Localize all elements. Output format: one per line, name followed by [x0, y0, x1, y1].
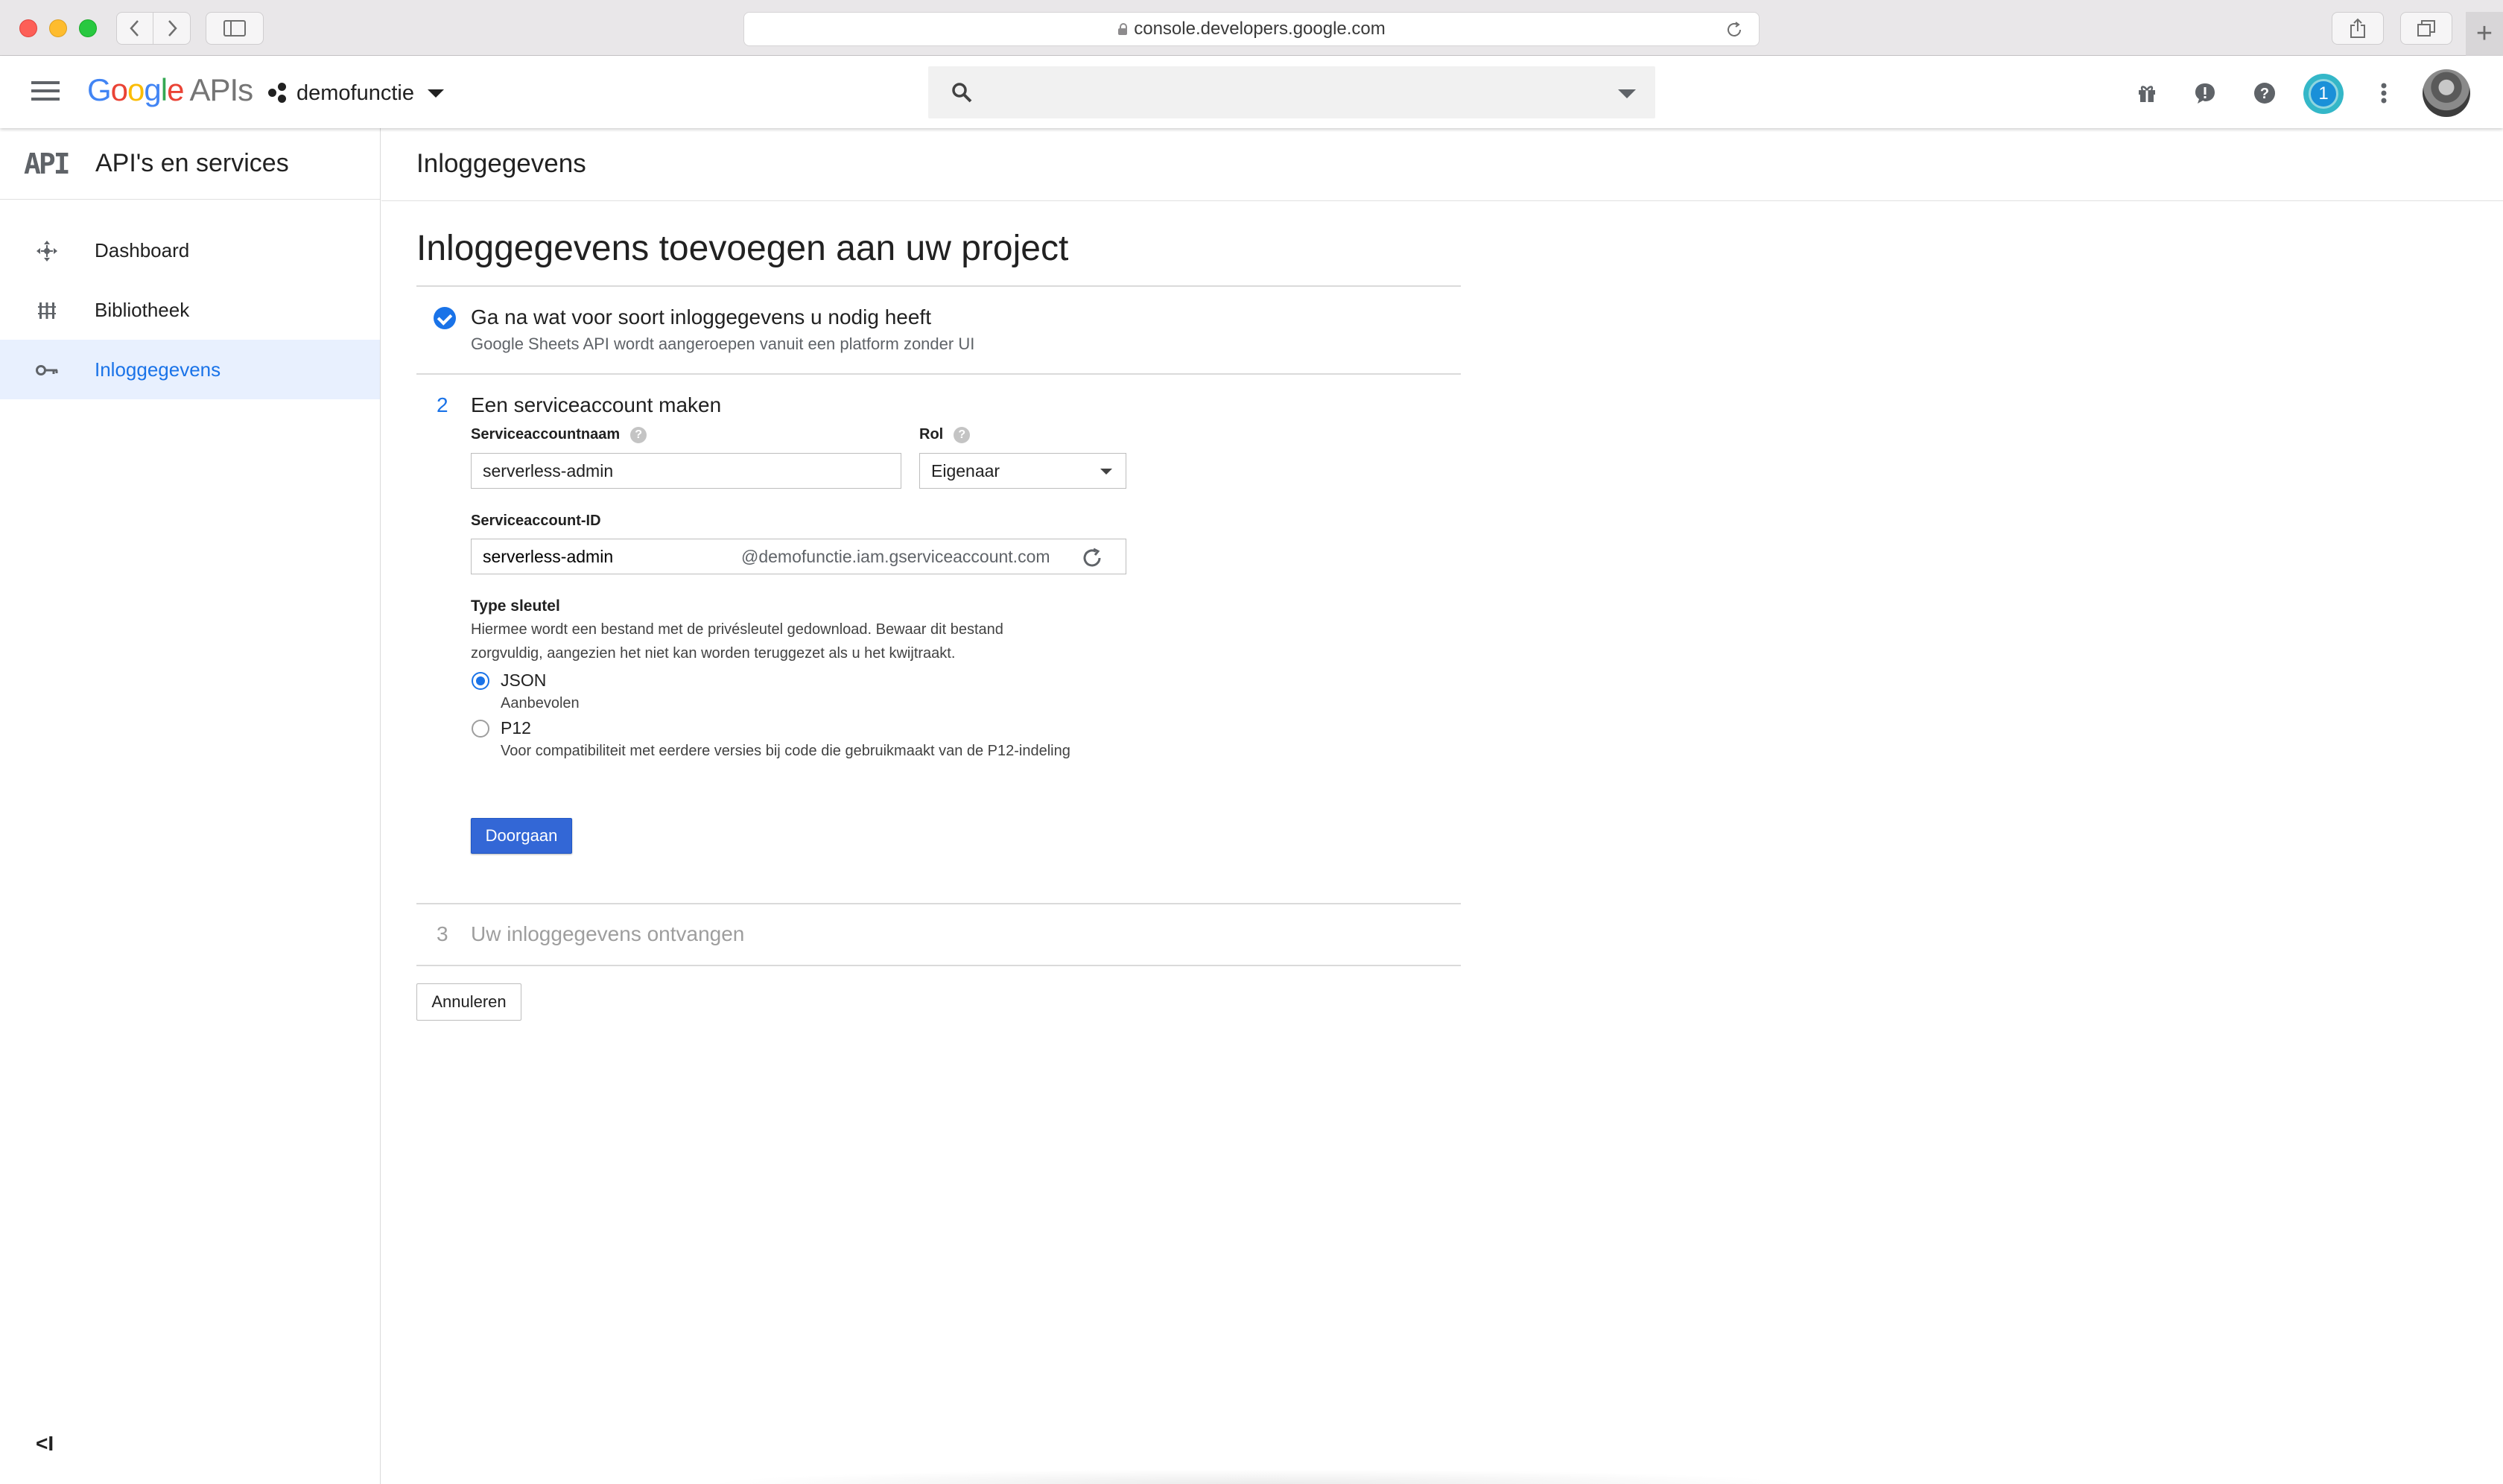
- project-name: demofunctie: [296, 80, 414, 105]
- share-button[interactable]: [2332, 12, 2384, 45]
- dashboard-icon: [34, 238, 60, 264]
- help-icon[interactable]: ?: [630, 426, 647, 443]
- sidebar-item-dashboard[interactable]: Dashboard: [0, 221, 380, 280]
- step3-title: Uw inloggegevens ontvangen: [471, 922, 745, 945]
- google-wordmark: Google: [87, 72, 184, 107]
- service-account-name-label: Serviceaccountnaam?: [471, 426, 647, 443]
- new-tab-button[interactable]: +: [2466, 12, 2503, 56]
- role-label-text: Rol: [919, 426, 944, 443]
- reload-icon: [1728, 22, 1741, 37]
- service-account-id-suffix: @demofunctie.iam.gserviceaccount.com: [741, 547, 1050, 566]
- search-input[interactable]: [995, 74, 1591, 111]
- key-icon: [34, 358, 60, 383]
- sidebar-item-credentials[interactable]: Inloggegevens: [0, 340, 380, 399]
- google-apis-logo[interactable]: Google APIs: [87, 72, 253, 108]
- service-account-name-input[interactable]: [471, 453, 901, 489]
- notification-count: 1: [2309, 79, 2338, 109]
- gift-icon[interactable]: [2132, 78, 2162, 108]
- divider: [416, 373, 1461, 375]
- reload-button[interactable]: [1723, 19, 1745, 41]
- browser-toolbar: console.developers.google.com +: [0, 0, 2503, 56]
- share-icon: [2350, 18, 2365, 38]
- check-circle-icon: [434, 307, 456, 329]
- service-account-id-label: Serviceaccount-ID: [471, 513, 601, 529]
- dropdown-arrow-icon: [1100, 469, 1112, 475]
- chevron-right-icon: [168, 20, 177, 37]
- continue-button[interactable]: Doorgaan: [471, 818, 572, 854]
- bottom-shadow: [700, 1469, 1810, 1484]
- library-icon: [34, 298, 60, 323]
- minimize-window-button[interactable]: [49, 19, 67, 37]
- divider: [416, 903, 1461, 904]
- tabs-icon: [2417, 20, 2435, 37]
- help-icon[interactable]: ?: [2250, 78, 2280, 108]
- chevron-left-icon: [130, 20, 139, 37]
- address-url: console.developers.google.com: [1134, 19, 1386, 39]
- leftnav-title: API's en services: [95, 149, 289, 177]
- step2-title: Een serviceaccount maken: [471, 393, 722, 416]
- menu-icon[interactable]: [31, 81, 60, 104]
- divider: [416, 285, 1461, 287]
- radio-p12-sub: Voor compatibiliteit met eerdere versies…: [501, 743, 1070, 759]
- role-label: Rol?: [919, 426, 971, 443]
- project-icon: [268, 83, 288, 104]
- cancel-button[interactable]: Annuleren: [416, 983, 521, 1021]
- sidebar-icon: [223, 20, 246, 37]
- more-options-icon[interactable]: [2369, 78, 2399, 108]
- header-title: Inloggegevens: [416, 149, 586, 178]
- sidebar-toggle-button[interactable]: [206, 12, 264, 45]
- page-title: Inloggegevens toevoegen aan uw project: [416, 229, 1069, 268]
- role-select[interactable]: Eigenaar: [919, 453, 1126, 489]
- project-selector[interactable]: demofunctie: [268, 78, 444, 108]
- notifications-button[interactable]: 1: [2303, 74, 2344, 114]
- help-icon[interactable]: ?: [954, 426, 971, 443]
- feedback-icon[interactable]: [2190, 78, 2220, 108]
- radio-p12[interactable]: [472, 720, 489, 738]
- leftnav-header: API API's en services: [0, 128, 380, 200]
- back-button[interactable]: [116, 12, 153, 45]
- key-type-title: Type sleutel: [471, 597, 560, 615]
- apis-wordmark: APIs: [189, 72, 253, 107]
- service-account-name-label-text: Serviceaccountnaam: [471, 426, 621, 443]
- sidebar-item-label: Dashboard: [95, 238, 190, 261]
- role-selected-value: Eigenaar: [931, 460, 1000, 481]
- service-account-id-field: @demofunctie.iam.gserviceaccount.com: [471, 539, 1126, 574]
- console-header: Google APIs demofunctie ? 1: [0, 56, 2503, 128]
- search-box[interactable]: [928, 66, 1655, 118]
- step3-number: 3: [437, 922, 448, 945]
- sidebar-item-label: Inloggegevens: [95, 358, 221, 381]
- radio-json-label[interactable]: JSON: [501, 670, 546, 691]
- account-avatar[interactable]: [2423, 69, 2470, 117]
- radio-json-sub: Aanbevolen: [501, 695, 580, 711]
- sidebar-item-library[interactable]: Bibliotheek: [0, 280, 380, 340]
- svg-text:?: ?: [2260, 86, 2269, 102]
- main-header: Inloggegevens: [381, 128, 2503, 201]
- step2-number: 2: [437, 393, 448, 416]
- refresh-icon[interactable]: [1079, 545, 1105, 571]
- key-type-description: Hiermee wordt een bestand met de privésl…: [471, 621, 1003, 662]
- api-logo: API: [24, 147, 71, 180]
- search-dropdown-icon[interactable]: [1618, 89, 1636, 98]
- close-window-button[interactable]: [19, 19, 37, 37]
- forward-button[interactable]: [153, 12, 191, 45]
- sidebar-item-label: Bibliotheek: [95, 298, 190, 321]
- show-tabs-button[interactable]: [2400, 12, 2452, 45]
- step1-title[interactable]: Ga na wat voor soort inloggegevens u nod…: [471, 305, 931, 329]
- lock-icon: [1117, 23, 1128, 35]
- divider: [416, 965, 1461, 966]
- fullscreen-window-button[interactable]: [79, 19, 97, 37]
- radio-p12-label[interactable]: P12: [501, 718, 531, 738]
- search-icon: [952, 83, 972, 103]
- radio-json[interactable]: [472, 672, 489, 690]
- collapse-sidebar-button[interactable]: <I: [36, 1432, 54, 1456]
- left-navigation: API API's en services Dashboard Biblioth…: [0, 128, 381, 1484]
- service-account-id-input[interactable]: [472, 539, 732, 574]
- caret-down-icon: [428, 89, 444, 98]
- step1-subtitle: Google Sheets API wordt aangeroepen vanu…: [471, 334, 975, 353]
- address-bar[interactable]: console.developers.google.com: [743, 12, 1760, 46]
